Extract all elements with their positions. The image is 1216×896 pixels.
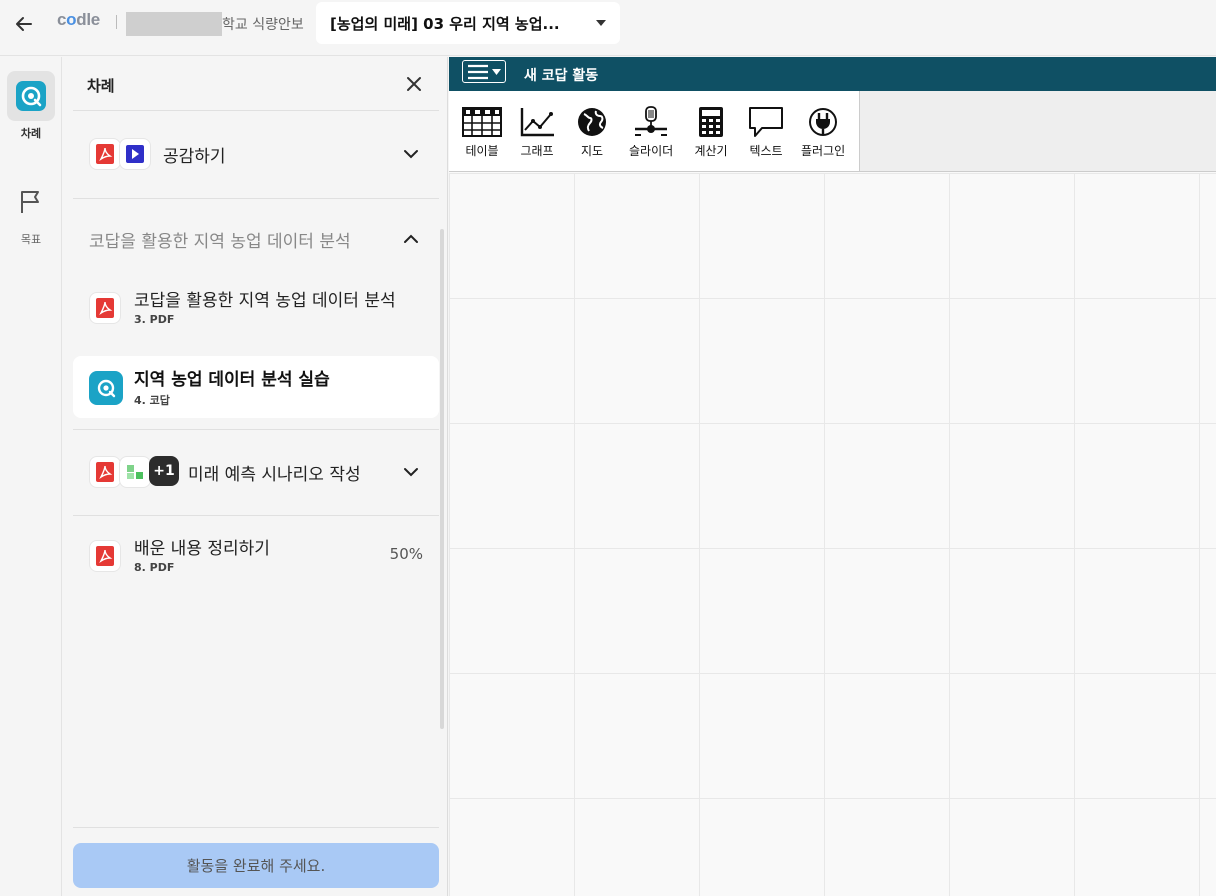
caret-down-icon bbox=[596, 20, 606, 26]
codap-tool-shelf: 테이블 그래프 지도 슬라이더 계산기 텍스트 플러그인 bbox=[449, 91, 860, 172]
item-subtitle: 3. PDF bbox=[134, 313, 175, 326]
progress-percent: 50% bbox=[389, 545, 423, 563]
rail-goal-label: 목표 bbox=[20, 233, 42, 246]
redacted-school-name bbox=[126, 12, 222, 36]
codap-icon bbox=[89, 371, 123, 405]
section-label: 코답을 활용한 지역 농업 데이터 분석 bbox=[89, 232, 351, 252]
tool-slider[interactable]: 슬라이더 bbox=[629, 105, 673, 159]
rail-item-toc[interactable]: 차례 bbox=[0, 71, 62, 141]
pdf-icon bbox=[89, 456, 121, 488]
section-icons: +1 bbox=[89, 456, 179, 488]
tool-label: 슬라이더 bbox=[629, 144, 674, 158]
tool-label: 계산기 bbox=[694, 144, 728, 158]
item-title: 지역 농업 데이터 분석 실습 bbox=[134, 370, 330, 390]
tool-label: 그래프 bbox=[520, 144, 554, 158]
section-future-header[interactable]: +1 미래 예측 시나리오 작성 bbox=[73, 454, 439, 490]
codap-menu-bar: 새 코답 활동 bbox=[449, 57, 1216, 91]
section-empathy-header[interactable]: 공감하기 bbox=[73, 136, 439, 172]
codap-workspace: 새 코답 활동 테이블 그래프 지도 슬라이더 계산기 텍스트 플러그인 bbox=[449, 57, 1216, 896]
toc-panel: 차례 공감하기 코답을 활용한 지역 농업 데이터 분석 코답을 활용한 지역 … bbox=[63, 57, 448, 896]
blocks-icon bbox=[119, 456, 151, 488]
divider bbox=[116, 15, 117, 29]
list-item-pdf-analysis[interactable]: 코답을 활용한 지역 농업 데이터 분석 3. PDF bbox=[73, 277, 439, 339]
codap-canvas[interactable] bbox=[449, 173, 1216, 896]
tool-calculator[interactable]: 계산기 bbox=[691, 105, 731, 159]
codap-icon bbox=[16, 81, 46, 111]
chevron-up-icon[interactable] bbox=[403, 231, 419, 247]
calculator-icon bbox=[699, 107, 723, 137]
tool-plugin[interactable]: 플러그인 bbox=[801, 105, 845, 159]
panel-scrollbar[interactable] bbox=[440, 229, 444, 729]
plugin-icon bbox=[809, 108, 838, 136]
top-bar: codle 학교 식량안보 [농업의 미래] 03 우리 지역 농업... bbox=[0, 0, 1216, 56]
tool-label: 지도 bbox=[580, 144, 604, 158]
tool-shelf-empty bbox=[860, 91, 1216, 172]
item-title: 코답을 활용한 지역 농업 데이터 분석 bbox=[134, 291, 396, 311]
class-name: 학교 식량안보 bbox=[222, 17, 304, 33]
item-subtitle: 8. PDF bbox=[134, 561, 175, 574]
item-title: 배운 내용 정리하기 bbox=[134, 539, 270, 559]
divider bbox=[73, 827, 439, 828]
complete-activity-button[interactable]: 활동을 완료해 주세요. bbox=[73, 843, 439, 888]
pdf-icon bbox=[89, 138, 121, 170]
section-label: 미래 예측 시나리오 작성 bbox=[188, 465, 361, 485]
flag-icon bbox=[21, 191, 39, 213]
codle-logo[interactable]: codle bbox=[57, 10, 100, 30]
lesson-select[interactable]: [농업의 미래] 03 우리 지역 농업... bbox=[316, 2, 620, 44]
left-rail: 차례 목표 bbox=[0, 57, 62, 896]
pdf-icon bbox=[89, 540, 121, 572]
tool-table[interactable]: 테이블 bbox=[462, 105, 502, 159]
back-arrow-icon[interactable] bbox=[10, 10, 38, 38]
rail-item-goal[interactable]: 목표 bbox=[0, 177, 62, 247]
list-item-summary[interactable]: 배운 내용 정리하기 8. PDF 50% bbox=[73, 525, 439, 587]
map-icon bbox=[578, 108, 606, 136]
chevron-down-icon[interactable] bbox=[403, 464, 419, 480]
tool-label: 플러그인 bbox=[801, 144, 846, 158]
section-data-analysis-header[interactable]: 코답을 활용한 지역 농업 데이터 분석 bbox=[73, 225, 439, 253]
pdf-icon bbox=[89, 292, 121, 324]
video-icon bbox=[119, 138, 151, 170]
panel-title: 차례 bbox=[87, 77, 115, 95]
codap-document-title[interactable]: 새 코답 활동 bbox=[524, 65, 598, 85]
hamburger-menu-button[interactable] bbox=[462, 60, 506, 83]
item-subtitle: 4. 코답 bbox=[134, 394, 170, 407]
caret-down-icon bbox=[492, 68, 501, 75]
rail-toc-icon-wrap bbox=[7, 71, 55, 121]
section-label: 공감하기 bbox=[163, 147, 226, 167]
tool-label: 테이블 bbox=[465, 144, 499, 158]
section-empathy: 공감하기 bbox=[73, 111, 439, 199]
table-icon bbox=[462, 107, 502, 137]
tool-text[interactable]: 텍스트 bbox=[746, 105, 786, 159]
tool-graph[interactable]: 그래프 bbox=[517, 105, 557, 159]
slider-icon bbox=[635, 106, 668, 136]
hamburger-icon bbox=[468, 64, 488, 79]
graph-icon bbox=[520, 108, 554, 137]
tool-map[interactable]: 지도 bbox=[572, 105, 612, 159]
rail-toc-label: 차례 bbox=[20, 127, 42, 140]
rail-goal-icon-wrap bbox=[7, 177, 55, 227]
text-icon bbox=[749, 107, 783, 137]
lesson-title: [농업의 미래] 03 우리 지역 농업... bbox=[330, 14, 560, 33]
tool-label: 텍스트 bbox=[749, 144, 783, 158]
panel-header: 차례 bbox=[73, 57, 439, 111]
chevron-down-icon[interactable] bbox=[403, 146, 419, 162]
list-item-codap-practice[interactable]: 지역 농업 데이터 분석 실습 4. 코답 bbox=[73, 356, 439, 418]
section-icons bbox=[89, 138, 151, 170]
extra-count-badge: +1 bbox=[149, 456, 179, 486]
close-icon[interactable] bbox=[403, 73, 425, 95]
section-future-scenario: +1 미래 예측 시나리오 작성 bbox=[73, 430, 439, 516]
